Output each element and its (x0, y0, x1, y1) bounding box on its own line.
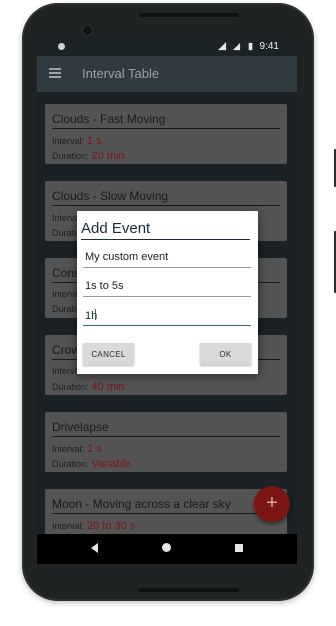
app-title: Interval Table (82, 66, 160, 81)
interval-row: Interval: 20 to 30 s (52, 520, 136, 532)
status-bar: 9:41 (37, 38, 297, 56)
list-item[interactable]: Clouds - Fast Moving Interval: 1 s Durati… (45, 104, 287, 164)
card-title: Clouds - Fast Moving (52, 112, 166, 126)
hamburger-menu-icon[interactable] (49, 68, 61, 78)
field-underline (83, 267, 251, 268)
front-camera (82, 25, 93, 36)
interval-value: 1s to 5s (85, 280, 124, 292)
dialog-title-divider (81, 239, 250, 240)
card-title: Drivelapse (52, 420, 109, 434)
event-name-field[interactable]: My custom event (83, 246, 251, 268)
duration-field[interactable]: 1h (83, 304, 251, 326)
event-name-value: My custom event (85, 251, 169, 263)
home-icon[interactable] (162, 543, 171, 552)
list-item[interactable]: Drivelapse Interval: 1 s Duration: Variabl… (45, 412, 287, 472)
navigation-bar (37, 534, 297, 564)
duration-value: 20 min (91, 150, 125, 162)
duration-row: Duration: 40 min (52, 381, 125, 393)
card-divider (52, 513, 280, 514)
back-icon[interactable] (91, 543, 98, 553)
cell-signal-icon (232, 42, 240, 51)
interval-row: Interval: 1 s (52, 135, 102, 147)
cancel-button[interactable]: CANCEL (83, 343, 134, 365)
top-speaker (139, 13, 239, 17)
add-icon: + (266, 492, 278, 514)
interval-field[interactable]: 1s to 5s (83, 275, 251, 297)
status-time: 9:41 (259, 41, 279, 52)
field-underline (83, 325, 251, 326)
recent-apps-icon[interactable] (235, 544, 243, 552)
duration-value: Variable (91, 458, 132, 470)
device-screen: 9:41 Interval Table Clouds - Fast Moving… (37, 38, 297, 564)
card-title: Cons (52, 266, 81, 280)
card-title: Crow (52, 343, 81, 357)
duration-value: 1h (85, 309, 98, 322)
app-bar: Interval Table (37, 56, 297, 92)
ok-button[interactable]: OK (200, 343, 251, 365)
card-divider (52, 436, 280, 437)
add-event-fab[interactable]: + (254, 486, 290, 522)
text-cursor (95, 309, 97, 320)
duration-row: Duration: 20 min (52, 150, 125, 162)
duration-row: Duration: Variable (52, 458, 132, 470)
interval-value: 1 s (87, 443, 102, 455)
battery-icon (248, 42, 252, 51)
card-title: Moon - Moving across a clear sky (52, 497, 231, 511)
duration-value: 40 min (91, 381, 125, 393)
wifi-icon (217, 42, 226, 51)
card-divider (52, 128, 280, 129)
bottom-speaker (139, 588, 239, 592)
notification-icon (58, 43, 65, 50)
card-title: Clouds - Slow Moving (52, 189, 169, 203)
interval-value: 20 to 30 s (87, 520, 136, 532)
interval-value: 1 s (87, 135, 102, 147)
status-icons: 9:41 (217, 41, 279, 52)
interval-row: Interval: 1 s (52, 443, 102, 455)
dialog-title: Add Event (81, 220, 151, 237)
card-divider (52, 205, 280, 206)
field-underline (83, 296, 251, 297)
add-event-dialog: Add Event My custom event 1s to 5s 1h CA… (77, 211, 258, 374)
